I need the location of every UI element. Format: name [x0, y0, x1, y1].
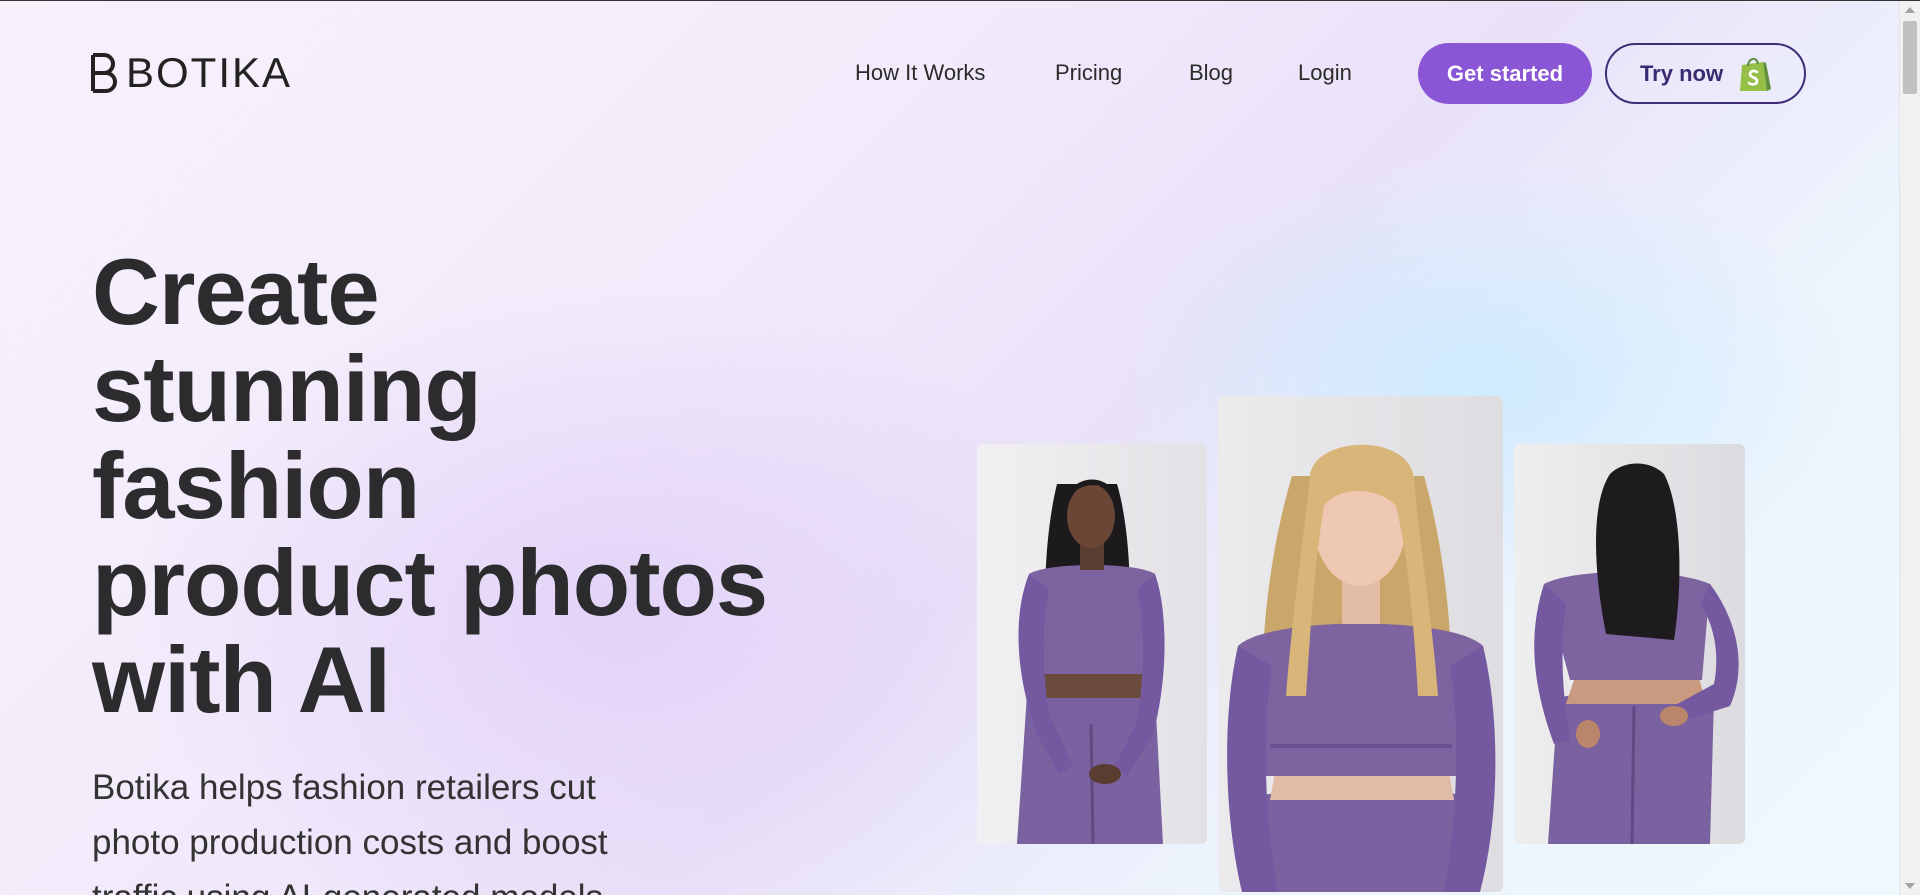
hero-title-line: Create [92, 239, 380, 344]
nav-blog[interactable]: Blog [1189, 56, 1233, 90]
hero-title-line: with AI [92, 627, 391, 732]
shopify-bag-icon [1740, 57, 1772, 91]
botika-logo-mark-icon [91, 53, 117, 93]
try-now-label: Try now [1639, 60, 1724, 86]
hero-title-line: fashion [92, 433, 420, 538]
nav-how-it-works[interactable]: How It Works [855, 56, 985, 90]
model-photo-front-blonde [1218, 396, 1503, 892]
model-photo-front-dark-hair [977, 444, 1207, 844]
hero-subtitle-line: photo production costs and boost [92, 823, 608, 862]
window-top-border [0, 0, 1920, 1]
nav-login[interactable]: Login [1298, 56, 1352, 90]
nav-pricing[interactable]: Pricing [1055, 56, 1122, 90]
hero-title-line: product photos [92, 530, 768, 635]
scroll-up-arrow-icon[interactable] [1905, 7, 1915, 13]
brand-name: BOTIKA [126, 49, 293, 96]
hero-title-line: stunning [92, 336, 482, 441]
page-scrollbar[interactable] [1899, 1, 1920, 895]
hero-subtitle-line: Botika helps fashion retailers cut [92, 768, 596, 807]
get-started-button[interactable]: Get started [1418, 43, 1592, 104]
hero-title: Create stunning fashion product photos w… [92, 243, 872, 728]
scroll-down-arrow-icon[interactable] [1905, 883, 1915, 889]
botika-logo[interactable]: BOTIKA [90, 52, 292, 94]
hero-subtitle: Botika helps fashion retailers cut photo… [92, 760, 732, 895]
model-photo-back-view [1514, 444, 1745, 844]
try-now-button[interactable]: Try now [1605, 43, 1806, 104]
hero-subtitle-line: traffic using AI-generated models [92, 870, 732, 895]
scrollbar-thumb[interactable] [1903, 21, 1917, 94]
